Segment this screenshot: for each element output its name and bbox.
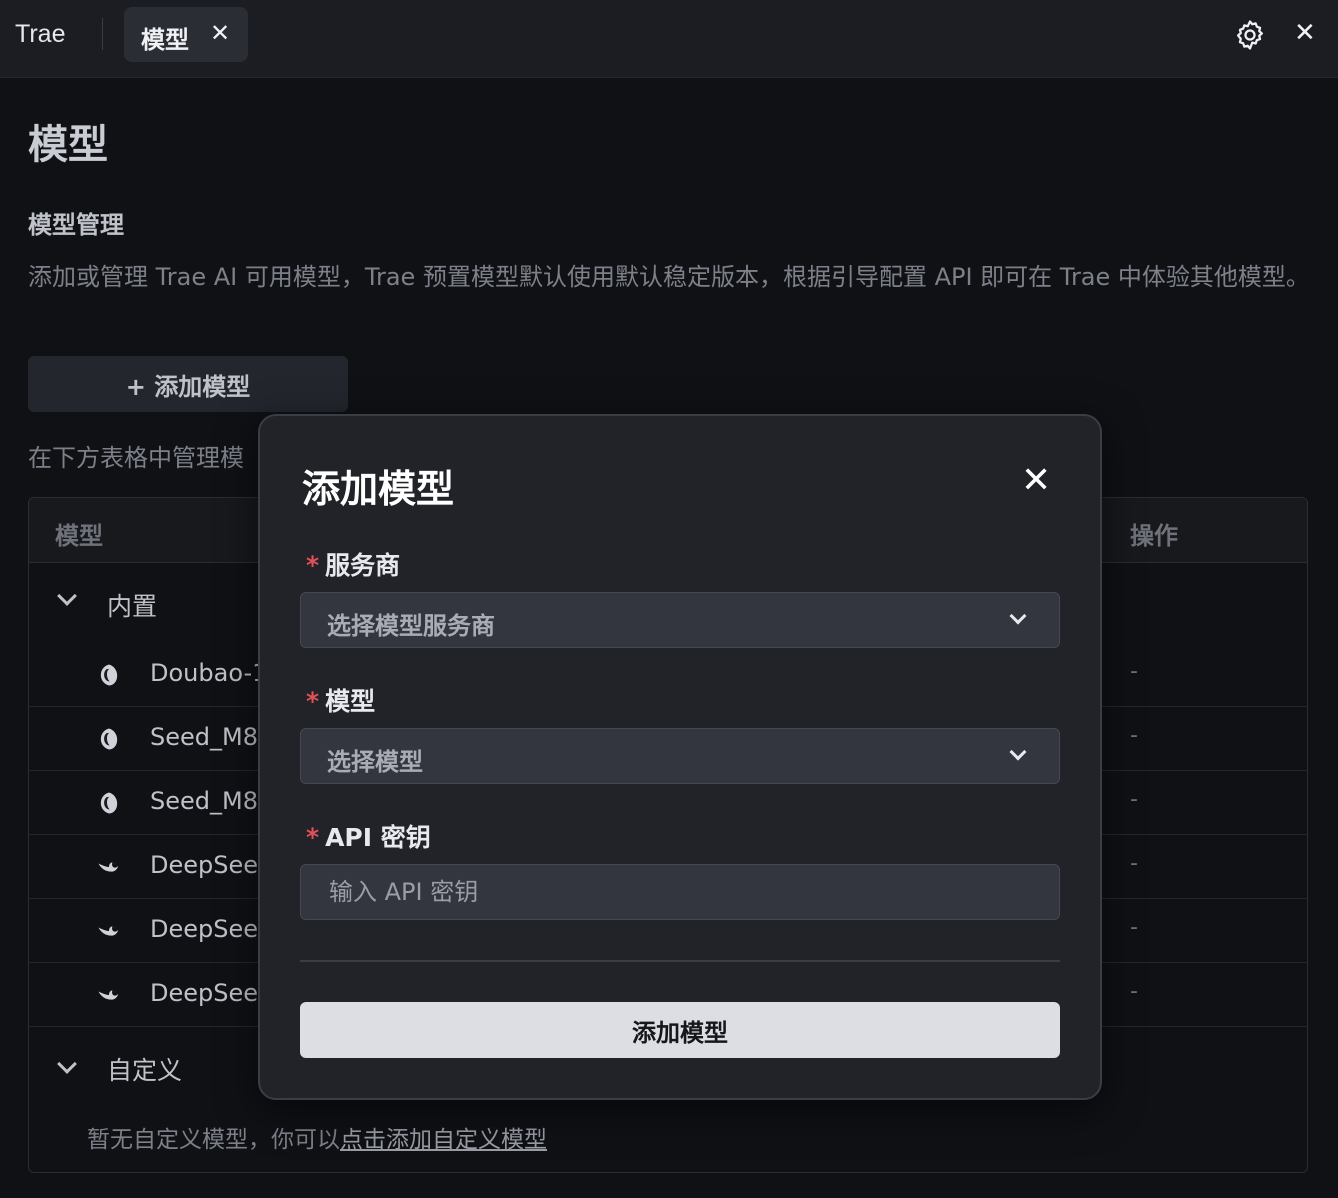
row-action: - [1130,851,1138,876]
tab-label: 模型 [141,26,189,54]
add-model-dialog: 添加模型 ✕ *服务商 选择模型服务商 *模型 选择模型 *API 密钥 添加模… [258,414,1102,1100]
provider-label: * 服务商 [306,546,400,582]
row-action: - [1130,659,1138,684]
tab-close-icon[interactable]: ✕ [210,19,230,47]
chevron-down-icon [1009,607,1027,625]
add-model-button[interactable]: + 添加模型 [28,356,348,412]
column-header-model: 模型 [55,522,103,550]
model-select[interactable]: 选择模型 [300,728,1060,784]
model-name: Seed_M8 [150,723,258,751]
table-description: 在下方表格中管理模 [28,444,244,472]
title-bar: Trae 模型 ✕ ✕ [0,0,1338,78]
chevron-down-icon[interactable] [57,1054,77,1074]
chevron-down-icon[interactable] [57,586,77,606]
model-label: * 模型 [306,682,375,718]
group-label-builtin: 内置 [107,592,158,621]
deepseek-icon [98,862,119,872]
chevron-down-icon [1009,743,1027,761]
tab-models[interactable]: 模型 ✕ [124,7,248,62]
api-key-label: * API 密钥 [306,818,431,854]
section-title: 模型管理 [28,211,124,239]
column-header-action: 操作 [1130,522,1178,550]
empty-state: 暂无自定义模型，你可以点击添加自定义模型 [87,1120,547,1154]
window-close-icon[interactable]: ✕ [1294,18,1316,48]
provider-select[interactable]: 选择模型服务商 [300,592,1060,648]
add-custom-model-link[interactable]: 点击添加自定义模型 [340,1127,547,1153]
section-description: 添加或管理 Trae AI 可用模型，Trae 预置模型默认使用默认稳定版本，根… [28,263,1310,291]
close-icon[interactable]: ✕ [1021,460,1051,501]
gear-icon[interactable] [1233,18,1267,52]
row-action: - [1130,915,1138,940]
model-select-placeholder: 选择模型 [327,748,423,776]
dialog-divider [300,960,1060,962]
doubao-icon [100,664,118,686]
deepseek-icon [98,990,119,1000]
dialog-title: 添加模型 [302,467,455,511]
model-name: DeepSeek [150,915,272,943]
model-name: Doubao-1 [150,659,268,687]
model-name: Seed_M8 [150,787,258,815]
group-label-custom: 自定义 [107,1056,183,1085]
api-key-input[interactable] [300,864,1060,920]
model-name: DeepSeek [150,979,272,1007]
row-action: - [1130,787,1138,812]
required-mark: * [306,551,320,580]
provider-label-text: 服务商 [325,551,401,580]
model-name: DeepSeek [150,851,272,879]
api-key-label-text: API 密钥 [325,823,431,852]
required-mark: * [306,687,320,716]
page-title: 模型 [28,122,108,168]
add-model-submit-button[interactable]: 添加模型 [300,1002,1060,1058]
required-mark: * [306,823,320,852]
doubao-icon [100,728,118,750]
titlebar-divider [102,18,103,50]
deepseek-icon [98,926,119,936]
row-action: - [1130,979,1138,1004]
model-label-text: 模型 [325,687,376,716]
doubao-icon [100,792,118,814]
empty-text: 暂无自定义模型，你可以 [87,1127,340,1153]
row-action: - [1130,723,1138,748]
provider-select-placeholder: 选择模型服务商 [327,612,495,640]
app-name: Trae [15,20,66,48]
